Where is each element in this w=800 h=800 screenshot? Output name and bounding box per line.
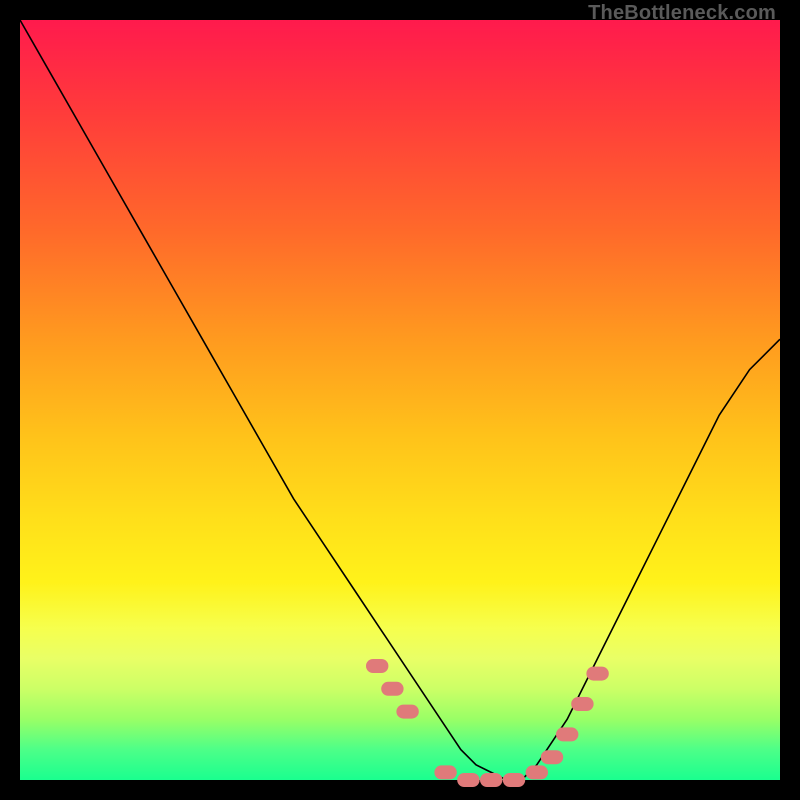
highlight-marker <box>586 667 608 681</box>
highlight-marker <box>571 697 593 711</box>
highlight-marker <box>457 773 479 787</box>
watermark-label: TheBottleneck.com <box>588 2 776 25</box>
highlight-marker <box>556 727 578 741</box>
bottleneck-curve <box>20 20 780 780</box>
highlight-marker <box>526 765 548 779</box>
highlight-marker-group <box>366 659 609 787</box>
highlight-marker <box>366 659 388 673</box>
highlight-marker <box>434 765 456 779</box>
highlight-marker <box>381 682 403 696</box>
highlight-marker <box>480 773 502 787</box>
highlight-marker <box>396 705 418 719</box>
chart-frame <box>20 20 780 780</box>
chart-svg <box>20 20 780 780</box>
highlight-marker <box>503 773 525 787</box>
highlight-marker <box>541 750 563 764</box>
